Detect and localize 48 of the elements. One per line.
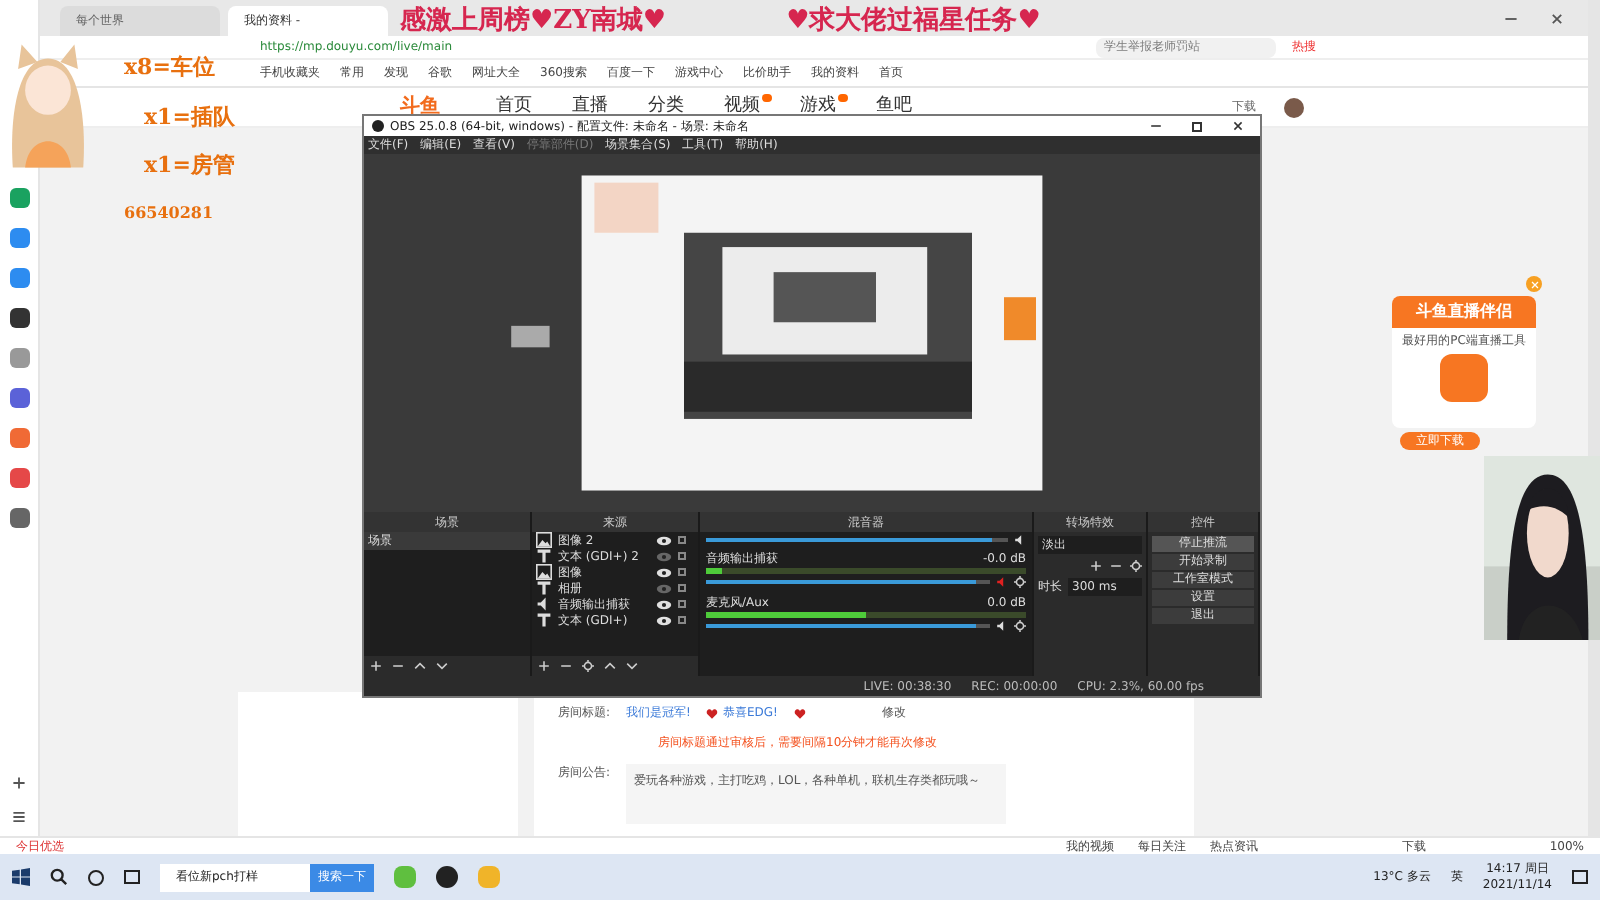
settings-icon[interactable] (1014, 576, 1026, 588)
add-icon[interactable] (12, 776, 26, 790)
remove-icon[interactable] (1110, 560, 1122, 572)
windows-icon[interactable] (12, 868, 30, 886)
nav-link[interactable]: 游戏 (800, 93, 836, 121)
eye-icon[interactable] (656, 615, 672, 625)
avatar-icon[interactable] (1284, 97, 1304, 117)
gift-rule-text: x1=插队 (144, 101, 235, 133)
down-icon[interactable] (626, 660, 638, 672)
nav-link[interactable]: 直播 (572, 93, 608, 121)
remove-icon[interactable] (392, 660, 404, 672)
heart-icon (793, 707, 806, 719)
nav-link[interactable]: 分类 (648, 93, 684, 121)
eye-icon[interactable] (656, 567, 672, 577)
up-icon[interactable] (414, 660, 426, 672)
task-view-icon[interactable] (124, 870, 140, 884)
gift-rule-text: x8=车位 (124, 52, 215, 84)
minimize-icon[interactable] (1150, 120, 1162, 132)
heart-icon (706, 707, 719, 719)
close-icon[interactable] (1232, 120, 1244, 132)
menu-icon[interactable] (12, 810, 26, 824)
qq-number: 66540281 (124, 199, 214, 223)
eye-icon[interactable] (656, 535, 672, 545)
ad-title: 斗鱼直播伴侣 (1392, 296, 1536, 328)
notification-icon[interactable] (1572, 870, 1588, 884)
banner-text: ♥求大佬过福星任务♥ (786, 4, 1041, 40)
settings-icon[interactable] (1014, 620, 1026, 632)
close-icon[interactable] (1550, 11, 1564, 25)
remove-icon[interactable] (560, 660, 572, 672)
cortana-icon[interactable] (88, 869, 104, 885)
nav-link[interactable]: 首页 (496, 93, 532, 121)
down-icon[interactable] (436, 660, 448, 672)
banner-text: 感激上周榜♥ZY南城♥ (400, 3, 667, 40)
settings-icon[interactable] (1130, 560, 1142, 572)
maximize-icon[interactable] (1192, 121, 1202, 131)
nav-link[interactable]: 鱼吧 (876, 93, 912, 121)
app-icon[interactable] (436, 866, 458, 888)
nav-link[interactable]: 视频 (724, 93, 760, 121)
up-icon[interactable] (604, 660, 616, 672)
image-icon (536, 564, 552, 580)
gift-rule-text: x1=房管 (144, 150, 235, 182)
speaker-icon (536, 596, 552, 612)
app-logo-icon (1440, 354, 1488, 402)
eye-icon[interactable] (656, 599, 672, 609)
image-icon (536, 532, 552, 548)
search-icon[interactable] (50, 868, 68, 886)
obs-logo-icon (372, 120, 384, 132)
settings-icon[interactable] (582, 660, 594, 672)
